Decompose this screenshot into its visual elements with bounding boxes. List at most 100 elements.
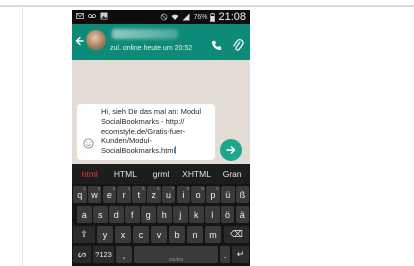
key-e[interactable]: e3 (102, 186, 117, 203)
key-label: ü (225, 189, 231, 200)
key-label: a (81, 209, 87, 220)
key-label: h (161, 209, 167, 220)
emoji-smiley-icon[interactable] (83, 138, 94, 149)
contact-name-blurred[interactable] (112, 29, 178, 39)
language-indicator: DE/EN (169, 257, 183, 262)
key-x[interactable]: x (115, 226, 131, 243)
key-n[interactable]: n (187, 226, 203, 243)
key-label: j (179, 209, 182, 220)
key-t[interactable]: t5 (132, 186, 146, 203)
suggestion-item[interactable]: Gran (214, 169, 250, 179)
key-hint: 1 (82, 186, 86, 191)
phone-call-icon[interactable] (211, 40, 222, 51)
key-hint: 5 (142, 186, 145, 191)
page-top-border (0, 5, 414, 7)
key-hint: 2 (97, 186, 101, 191)
word-suggestion-bar: html HTML grml XHTML Gran (72, 164, 250, 184)
key-label: . (223, 249, 227, 260)
text-cursor (175, 146, 177, 155)
key-u[interactable]: u7 (161, 186, 176, 203)
gallery-notification-icon (100, 12, 108, 20)
message-input[interactable]: Hi, sieh Dir das mal an: Modul SocialBoo… (77, 104, 215, 160)
key-m[interactable]: m (205, 226, 221, 243)
key-y[interactable]: y (97, 226, 113, 243)
key-label: i (182, 189, 185, 200)
key-hint: 9 (201, 186, 204, 191)
suggestion-item[interactable]: grml (143, 169, 179, 179)
key-q[interactable]: q1 (73, 186, 87, 203)
suggestion-item[interactable]: html (72, 169, 108, 179)
key-eszett[interactable]: ß (235, 186, 250, 203)
key-z[interactable]: z6 (147, 186, 161, 203)
onscreen-keyboard: q1 w2 e3 r4 t5 z6 u7 i8 o9 p0 ü ß a s d … (72, 184, 250, 266)
message-text[interactable]: Hi, sieh Dir das mal an: Modul SocialBoo… (101, 107, 213, 156)
key-l[interactable]: l (205, 206, 220, 223)
battery-percent: 76% (193, 13, 208, 21)
backspace-key[interactable]: ⌫ (224, 226, 249, 243)
key-label: x (120, 229, 126, 240)
key-hint: 8 (186, 186, 190, 191)
key-j[interactable]: j (173, 206, 188, 223)
enter-key[interactable]: ↵ (232, 246, 249, 263)
key-label: ö (224, 209, 230, 220)
key-label: k (194, 209, 199, 220)
email-notification-icon (76, 13, 84, 19)
key-hint: 7 (171, 186, 175, 191)
key-label: n (192, 229, 198, 240)
key-label: p (210, 189, 216, 200)
key-d[interactable]: d (109, 206, 124, 223)
key-label: e (106, 189, 112, 200)
key-label: z (151, 189, 157, 200)
space-key[interactable]: DE/EN (134, 246, 218, 263)
key-k[interactable]: k (189, 206, 204, 223)
suggestion-item[interactable]: HTML (108, 169, 144, 179)
key-a-umlaut[interactable]: ä (235, 206, 249, 223)
suggestion-item[interactable]: XHTML (179, 169, 215, 179)
shift-key[interactable]: ⇧ (73, 226, 95, 243)
page-left-border (22, 5, 23, 266)
keyboard-row-1: q1 w2 e3 r4 t5 z6 u7 i8 o9 p0 ü ß (72, 186, 250, 205)
last-seen-status: zul. online heute um 20:52 (110, 45, 193, 52)
symbols-key[interactable]: ?123 (93, 246, 114, 263)
keyboard-row-4: ᔕ ?123 , DE/EN . ↵ (72, 246, 250, 265)
key-f[interactable]: f (125, 206, 140, 223)
send-arrow-icon (226, 146, 236, 154)
keyboard-row-2: a s d f g h j k l ö ä (72, 206, 250, 225)
back-arrow-icon[interactable] (75, 34, 85, 48)
key-p[interactable]: p0 (206, 186, 220, 203)
attach-paperclip-icon[interactable] (232, 39, 244, 52)
key-s[interactable]: s (93, 206, 108, 223)
key-b[interactable]: b (169, 226, 185, 243)
keyboard-row-3: ⇧ y x c v b n m ⌫ (72, 226, 250, 245)
key-label: f (130, 209, 134, 220)
key-label: u (166, 189, 172, 200)
key-hint: 0 (216, 186, 219, 191)
key-v[interactable]: v (151, 226, 167, 243)
period-key[interactable]: . (220, 246, 230, 263)
clock: 21:08 (218, 11, 246, 23)
key-r[interactable]: r4 (117, 186, 131, 203)
key-hint: 6 (156, 186, 160, 191)
phone-screenshot: 76% 21:08 zul. online heute um 20:52 Hi,… (72, 10, 250, 266)
key-label: d (113, 209, 119, 220)
key-label: b (174, 229, 180, 240)
key-o-umlaut[interactable]: ö (221, 206, 234, 223)
swype-key[interactable]: ᔕ (73, 246, 91, 263)
comma-key[interactable]: , (116, 246, 132, 263)
key-a[interactable]: a (77, 206, 92, 223)
contact-avatar[interactable] (86, 30, 106, 50)
key-label: ß (239, 189, 246, 200)
shift-arrow-icon: ⇧ (80, 229, 88, 239)
wifi-icon (171, 14, 179, 20)
send-button[interactable] (220, 139, 242, 161)
key-h[interactable]: h (157, 206, 172, 223)
key-label: ä (239, 209, 245, 220)
status-bar: 76% 21:08 (72, 10, 250, 24)
key-u-umlaut[interactable]: ü (221, 186, 235, 203)
key-w[interactable]: w2 (87, 186, 102, 203)
key-c[interactable]: c (133, 226, 149, 243)
key-g[interactable]: g (141, 206, 156, 223)
key-label: o (195, 189, 201, 200)
key-i[interactable]: i8 (176, 186, 191, 203)
key-o[interactable]: o9 (191, 186, 205, 203)
